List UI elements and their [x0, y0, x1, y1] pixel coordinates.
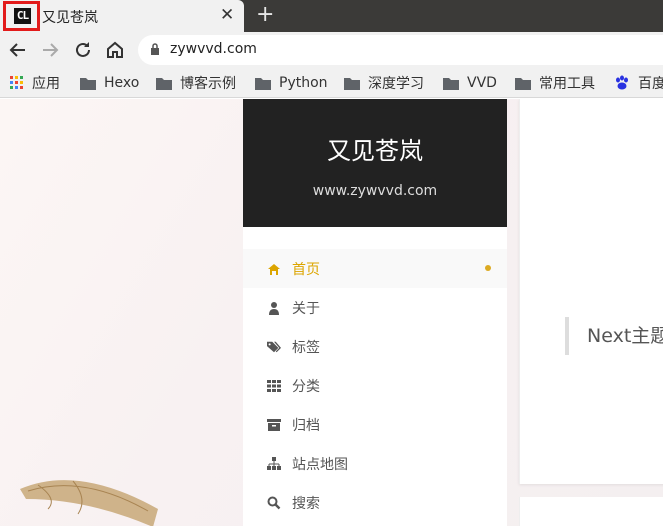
baidu-paw-icon	[616, 75, 628, 90]
menu-item-label: 标签	[292, 339, 320, 356]
menu-item-tags[interactable]: 标签	[243, 327, 507, 366]
menu-item-label: 关于	[292, 300, 320, 317]
folder-icon	[255, 77, 271, 90]
menu-item-label: 站点地图	[292, 456, 348, 473]
umbrella-decoration-icon	[20, 480, 158, 526]
menu-item-home[interactable]: 首页	[243, 249, 507, 288]
lock-icon[interactable]	[150, 43, 160, 56]
browser-toolbar: zywvvd.com	[0, 32, 663, 68]
bookmark-baidu[interactable]: 百度	[614, 74, 663, 92]
site-subtitle: www.zywvvd.com	[312, 183, 438, 199]
active-indicator-dot	[485, 265, 491, 271]
menu-item-label: 分类	[292, 378, 320, 395]
folder-icon	[80, 77, 96, 90]
site-menu: 首页 关于 标签 分类 归档 站点地图 搜索	[243, 249, 507, 522]
bookmark-folder-tools[interactable]: 常用工具	[515, 74, 595, 92]
user-icon	[269, 301, 279, 315]
bookmark-label: Python	[279, 75, 328, 91]
bookmark-folder-deep-learning[interactable]: 深度学习	[344, 74, 424, 92]
folder-icon	[443, 77, 459, 90]
home-icon	[268, 263, 280, 275]
folder-icon	[515, 77, 531, 90]
bookmark-folder-vvd[interactable]: VVD	[443, 74, 497, 92]
tab-title: 又见苍岚	[42, 10, 98, 26]
main-content-card: Next主题	[519, 99, 663, 484]
bookmark-folder-python[interactable]: Python	[255, 74, 328, 92]
back-arrow-icon[interactable]	[6, 38, 30, 62]
site-title[interactable]: 又见苍岚	[243, 131, 507, 166]
bookmark-folder-hexo[interactable]: Hexo	[80, 74, 139, 92]
browser-tab-strip: CL 又见苍岚 ✕ +	[0, 0, 663, 32]
menu-item-about[interactable]: 关于	[243, 288, 507, 327]
menu-item-label: 搜索	[292, 495, 320, 512]
folder-icon	[156, 77, 172, 90]
menu-item-archives[interactable]: 归档	[243, 405, 507, 444]
forward-arrow-icon[interactable]	[38, 38, 62, 62]
site-brand: 又见苍岚 www.zywvvd.com	[243, 99, 507, 227]
blockquote-text: Next主题	[565, 317, 663, 355]
tab-close-icon[interactable]: ✕	[220, 5, 234, 25]
menu-item-label: 首页	[292, 261, 320, 278]
menu-item-sitemap[interactable]: 站点地图	[243, 444, 507, 483]
bookmark-folder-blog-examples[interactable]: 博客示例	[156, 74, 236, 92]
bookmark-apps[interactable]: 应用	[10, 74, 60, 92]
browser-tab[interactable]: CL 又见苍岚 ✕	[0, 0, 244, 32]
menu-item-search[interactable]: 搜索	[243, 483, 507, 522]
reload-icon[interactable]	[71, 38, 95, 62]
bookmark-label: 深度学习	[368, 76, 424, 92]
secondary-content-card	[519, 497, 663, 526]
bookmark-label: 博客示例	[180, 76, 236, 92]
folder-icon	[344, 77, 360, 90]
search-icon	[267, 496, 281, 509]
archive-icon	[267, 418, 281, 431]
menu-item-categories[interactable]: 分类	[243, 366, 507, 405]
page-viewport: 又见苍岚 www.zywvvd.com 首页 关于 标签 分类 归档 站点地图 …	[0, 99, 663, 526]
site-favicon-icon: CL	[14, 8, 31, 24]
grid-icon	[267, 379, 281, 392]
sitemap-icon	[267, 456, 281, 470]
bookmark-label: 应用	[32, 76, 60, 92]
site-sidebar: 又见苍岚 www.zywvvd.com 首页 关于 标签 分类 归档 站点地图 …	[243, 99, 507, 526]
favicon-highlight-box: CL	[3, 1, 40, 31]
home-icon[interactable]	[103, 38, 127, 62]
bookmark-label: 常用工具	[539, 76, 595, 92]
url-text: zywvvd.com	[170, 41, 257, 57]
bookmark-label: 百度	[638, 76, 663, 92]
tags-icon	[267, 341, 281, 352]
bookmarks-bar: 应用 Hexo 博客示例 Python 深度学习 VVD 常用工具 百度	[0, 68, 663, 98]
address-bar[interactable]: zywvvd.com	[138, 35, 663, 65]
menu-item-label: 归档	[292, 417, 320, 434]
new-tab-icon[interactable]: +	[256, 3, 274, 27]
bookmark-label: Hexo	[104, 75, 140, 91]
bookmark-label: VVD	[467, 75, 497, 91]
apps-grid-icon	[10, 76, 23, 89]
